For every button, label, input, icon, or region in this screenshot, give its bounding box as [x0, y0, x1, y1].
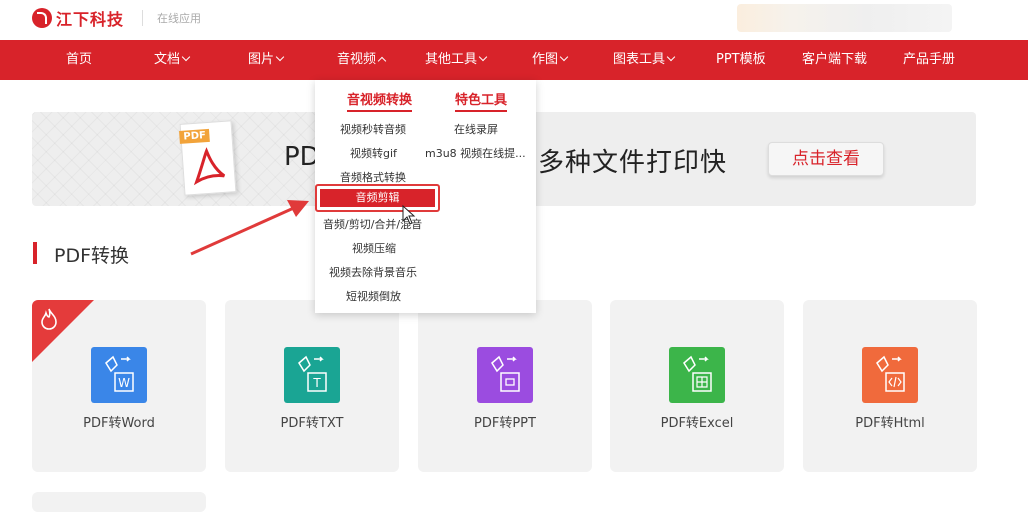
nav-item-home[interactable]: 首页	[66, 40, 92, 80]
chevron-up-icon	[377, 56, 387, 66]
nav-label: 图片	[248, 52, 275, 67]
view-now-button[interactable]: 点击查看	[768, 142, 884, 176]
menu-item-screen-record[interactable]: 在线录屏	[454, 121, 498, 137]
section-title: PDF转换	[54, 245, 130, 267]
menu-item-video-reverse[interactable]: 短视频倒放	[346, 288, 401, 304]
logo-mark-icon	[32, 8, 52, 28]
menu-item-audio-format-convert[interactable]: 音频格式转换	[340, 169, 406, 185]
svg-text:T: T	[312, 376, 321, 390]
card-label: PDF转TXT	[280, 416, 344, 431]
site-subtitle: 在线应用	[157, 12, 201, 25]
top-bar: 江下科技 在线应用	[0, 0, 1028, 40]
pdf-to-html-icon	[862, 347, 918, 403]
menu-item-video-to-gif[interactable]: 视频转gif	[350, 145, 397, 161]
nav-label: 图表工具	[613, 52, 666, 67]
menu-item-label: 音频剪辑	[320, 189, 435, 207]
menu-item-audio-edit[interactable]: 音频剪辑	[315, 184, 440, 212]
nav-item-ppt-templates[interactable]: PPT模板	[716, 40, 766, 80]
acrobat-icon	[193, 147, 226, 186]
nav-item-manual[interactable]: 产品手册	[903, 40, 955, 80]
nav-label: 首页	[66, 52, 93, 67]
chevron-down-icon	[181, 52, 191, 62]
chevron-down-icon	[478, 52, 488, 62]
dropdown-heading-special-tools: 特色工具	[455, 89, 508, 112]
brand-name: 江下科技	[56, 10, 125, 29]
card-label: PDF转Word	[83, 416, 155, 431]
menu-item-video-to-audio[interactable]: 视频秒转音频	[340, 121, 406, 137]
nav-item-chart-tools[interactable]: 图表工具	[613, 40, 676, 80]
chevron-down-icon	[275, 52, 285, 62]
audio-video-dropdown-menu: 音视频转换 特色工具 视频秒转音频 视频转gif 音频格式转换 音频剪辑 音频/…	[315, 80, 536, 313]
chevron-down-icon	[559, 52, 569, 62]
tool-card-next-row[interactable]	[32, 492, 206, 512]
menu-item-m3u8-extract[interactable]: m3u8 视频在线提...	[425, 145, 526, 161]
nav-item-client-download[interactable]: 客户端下载	[802, 40, 867, 80]
card-label: PDF转Excel	[660, 416, 734, 431]
flame-icon	[41, 308, 57, 330]
nav-label: 其他工具	[425, 52, 478, 67]
card-label: PDF转PPT	[474, 416, 536, 431]
nav-label: 作图	[532, 52, 559, 67]
logo[interactable]: 江下科技	[32, 6, 124, 30]
header-ad-banner[interactable]	[737, 4, 952, 32]
tool-card-pdf-to-word[interactable]: W PDF转Word	[32, 300, 206, 472]
pdf-tag: PDF	[179, 128, 211, 144]
nav-item-images[interactable]: 图片	[248, 40, 285, 80]
tool-card-pdf-to-html[interactable]: PDF转Html	[803, 300, 977, 472]
nav-item-drawing[interactable]: 作图	[532, 40, 569, 80]
nav-item-other-tools[interactable]: 其他工具	[425, 40, 488, 80]
tool-card-pdf-to-txt[interactable]: T PDF转TXT	[225, 300, 399, 472]
card-label: PDF转Html	[855, 416, 925, 431]
nav-item-docs[interactable]: 文档	[154, 40, 191, 80]
menu-item-video-compress[interactable]: 视频压缩	[352, 240, 396, 256]
tool-card-pdf-to-ppt[interactable]: PDF转PPT	[418, 300, 592, 472]
pdf-to-excel-icon	[669, 347, 725, 403]
main-nav: 首页 文档 图片 音视频 其他工具 作图 图表工具 PPT模板 客户端下载 产品…	[0, 40, 1028, 80]
pdf-to-txt-icon: T	[284, 347, 340, 403]
menu-item-remove-bg-music[interactable]: 视频去除背景音乐	[329, 264, 417, 280]
banner-headline-end: 多种文件打印快	[538, 148, 728, 178]
tool-card-pdf-to-excel[interactable]: PDF转Excel	[610, 300, 784, 472]
svg-text:W: W	[118, 376, 130, 390]
nav-label: 产品手册	[903, 52, 956, 67]
nav-label: 音视频	[337, 52, 377, 67]
divider	[142, 10, 143, 26]
nav-item-audio-video[interactable]: 音视频	[337, 40, 387, 80]
pdf-to-ppt-icon	[477, 347, 533, 403]
nav-label: 客户端下载	[802, 52, 868, 67]
nav-label: 文档	[154, 52, 181, 67]
menu-item-audio-cut-merge-mix[interactable]: 音频/剪切/合并/混音	[323, 216, 422, 232]
dropdown-heading-av-convert: 音视频转换	[347, 89, 413, 112]
pdf-to-word-icon: W	[91, 347, 147, 403]
chevron-down-icon	[666, 52, 676, 62]
section-accent-bar	[33, 242, 37, 264]
nav-label: PPT模板	[716, 52, 766, 67]
pdf-document-icon: PDF	[179, 120, 237, 196]
